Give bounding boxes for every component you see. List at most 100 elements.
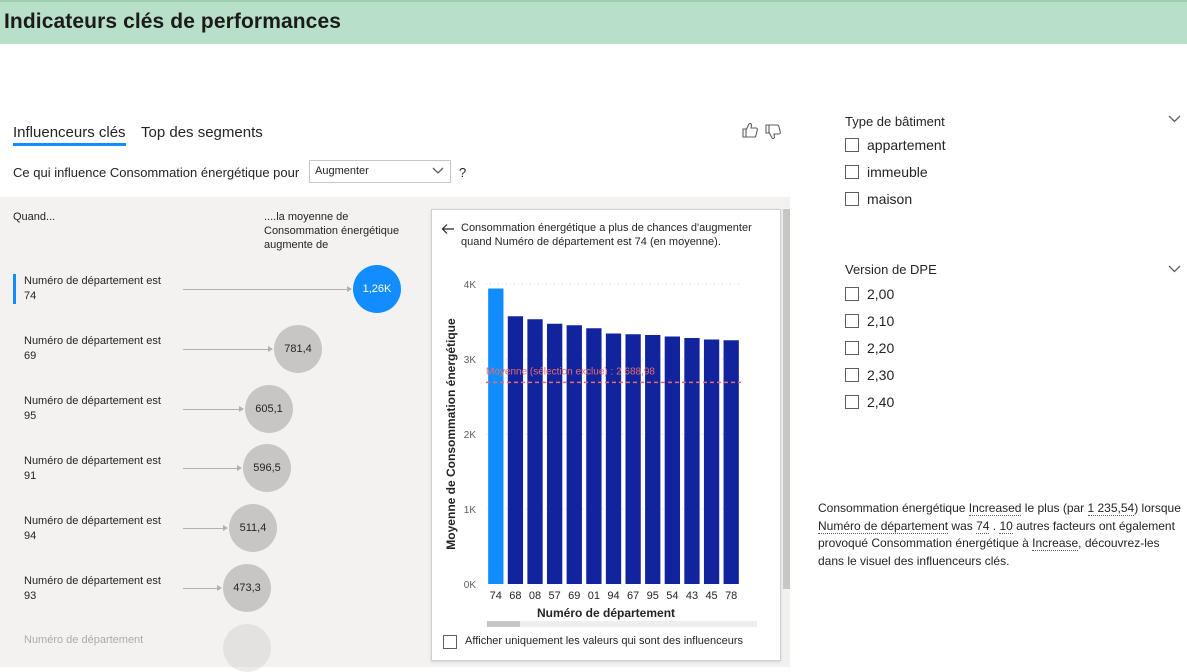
influencer-bubble[interactable]: 1,26K xyxy=(353,265,401,313)
x-axis-title: Numéro de département xyxy=(537,606,675,620)
checkbox[interactable] xyxy=(845,368,859,382)
bar xyxy=(703,339,720,584)
list-header-when: Quand... xyxy=(13,211,56,223)
checkbox[interactable] xyxy=(845,287,859,301)
narrative-value: 1 235,54 xyxy=(1087,501,1135,516)
x-tick-label: 08 xyxy=(529,590,541,602)
influencer-line xyxy=(183,349,269,350)
arrowhead-icon xyxy=(217,585,222,591)
x-tick-label: 68 xyxy=(509,590,521,602)
x-tick-label: 95 xyxy=(647,590,659,602)
chevron-down-icon[interactable] xyxy=(1168,264,1181,274)
option-label: 2,10 xyxy=(867,313,895,329)
influencer-label[interactable]: Numéro de département est 74 xyxy=(24,274,174,304)
y-tick-label: 1K xyxy=(464,505,477,516)
x-tick-label: 69 xyxy=(568,590,580,602)
influencer-label[interactable]: Numéro de département est 95 xyxy=(24,394,174,424)
checkbox[interactable] xyxy=(845,314,859,328)
list-header-avg: ....la moyenne de Consommation énergétiq… xyxy=(264,211,400,251)
chart-scroll-track xyxy=(487,621,757,627)
bar xyxy=(488,288,504,584)
x-tick-label: 94 xyxy=(607,590,619,602)
x-tick-label: 67 xyxy=(627,590,639,602)
influencer-line xyxy=(183,528,224,529)
filter-option[interactable]: 2,30 xyxy=(845,365,894,385)
influencer-bubble[interactable]: 605,1 xyxy=(245,385,293,433)
y-axis-title: Moyenne de Consommation énergétique xyxy=(444,318,458,550)
x-tick-label: 45 xyxy=(705,590,717,602)
chevron-down-icon xyxy=(432,167,444,174)
checkbox[interactable] xyxy=(845,395,859,409)
detail-chart: 0K 1K 2K 3K 4K 74 68 08 57 69 01 94 67 95 54 43 45 78 Moye… xyxy=(444,280,741,620)
reference-label: Moyenne (sélection exclue) : 2 688,98 xyxy=(486,366,655,377)
influencer-line xyxy=(183,468,238,469)
help-icon[interactable]: ? xyxy=(459,165,466,180)
filter-option[interactable]: appartement xyxy=(845,135,946,155)
narrative-text: ) lorsque xyxy=(1134,501,1181,515)
filter-option[interactable]: 2,20 xyxy=(845,338,894,358)
influencers-only-label: Afficher uniquement les valeurs qui sont… xyxy=(465,635,744,647)
narrative-value: Increased xyxy=(968,501,1022,516)
panel-scrollbar[interactable] xyxy=(783,209,790,589)
influencer-bubble[interactable]: 473,3 xyxy=(223,564,271,612)
x-tick-label: 54 xyxy=(666,590,678,602)
option-label: maison xyxy=(867,191,913,207)
y-tick-label: 2K xyxy=(464,430,477,441)
tab-top-segments[interactable]: Top des segments xyxy=(141,124,263,141)
chart-scroll-thumb[interactable] xyxy=(487,621,520,627)
filter-option[interactable]: 2,00 xyxy=(845,284,894,304)
bar xyxy=(684,338,700,584)
chevron-down-icon[interactable] xyxy=(1168,114,1181,124)
influencer-line xyxy=(183,409,240,410)
narrative-value: Numéro de département xyxy=(818,518,949,534)
narrative-value: Increase xyxy=(1032,536,1079,551)
influencer-label[interactable]: Numéro de département est 94 xyxy=(24,514,174,544)
filter-option[interactable]: immeuble xyxy=(845,162,928,182)
filter-option[interactable]: maison xyxy=(845,189,912,209)
filter-option[interactable]: 2,10 xyxy=(845,311,894,331)
tab-influenceurs-cles[interactable]: Influenceurs clés xyxy=(13,124,126,141)
y-tick-label: 4K xyxy=(464,280,477,291)
thumbs-down-icon[interactable] xyxy=(764,124,782,140)
influencer-bubble[interactable] xyxy=(223,624,271,672)
title-bar: Indicateurs clés de performances xyxy=(0,0,1187,44)
bar xyxy=(566,325,582,584)
narrative-text: Consommation énergétique xyxy=(818,501,969,515)
bar xyxy=(527,319,543,584)
checkbox[interactable] xyxy=(845,341,859,355)
influencers-only-checkbox[interactable] xyxy=(443,635,457,649)
influencer-label[interactable]: Numéro de département est 93 xyxy=(24,574,174,604)
narrative-text: was xyxy=(948,518,977,533)
filter-option[interactable]: 2,40 xyxy=(845,392,894,412)
y-tick-label: 0K xyxy=(464,580,477,591)
option-label: appartement xyxy=(867,137,946,153)
bar xyxy=(723,340,739,584)
active-tab-indicator xyxy=(13,143,126,146)
back-arrow-icon[interactable] xyxy=(441,223,455,235)
arrowhead-icon xyxy=(347,286,352,292)
arrowhead-icon xyxy=(268,346,273,352)
checkbox[interactable] xyxy=(845,192,859,206)
dropdown-value: Augmenter xyxy=(315,165,369,177)
influencer-bubble[interactable]: 781,4 xyxy=(274,325,322,373)
option-label: 2,20 xyxy=(867,340,895,356)
influencer-label[interactable]: Numéro de département est 91 xyxy=(24,454,174,484)
checkbox[interactable] xyxy=(845,165,859,179)
detail-header: Consommation énergétique a plus de chanc… xyxy=(461,222,752,248)
influencer-label[interactable]: Numéro de département est 69 xyxy=(24,334,174,364)
influencer-line xyxy=(183,588,218,589)
influencer-bubble[interactable]: 511,4 xyxy=(229,504,277,552)
narrative-text: le plus (par xyxy=(1021,501,1088,515)
thumbs-up-icon[interactable] xyxy=(741,122,759,138)
smart-narrative: Consommation énergétique Increased le pl… xyxy=(818,500,1183,570)
checkbox[interactable] xyxy=(845,138,859,152)
arrowhead-icon xyxy=(223,525,228,531)
influencer-bubble[interactable]: 596,5 xyxy=(243,444,291,492)
arrowhead-icon xyxy=(239,406,244,412)
influencer-label[interactable]: Numéro de département xyxy=(24,633,174,648)
question-prefix: Ce qui influence Consommation énergétiqu… xyxy=(13,165,300,180)
narrative-value: 10 xyxy=(999,518,1013,534)
x-tick-label: 01 xyxy=(588,590,600,602)
arrowhead-icon xyxy=(237,465,242,471)
increase-decrease-dropdown[interactable]: Augmenter xyxy=(309,160,451,183)
